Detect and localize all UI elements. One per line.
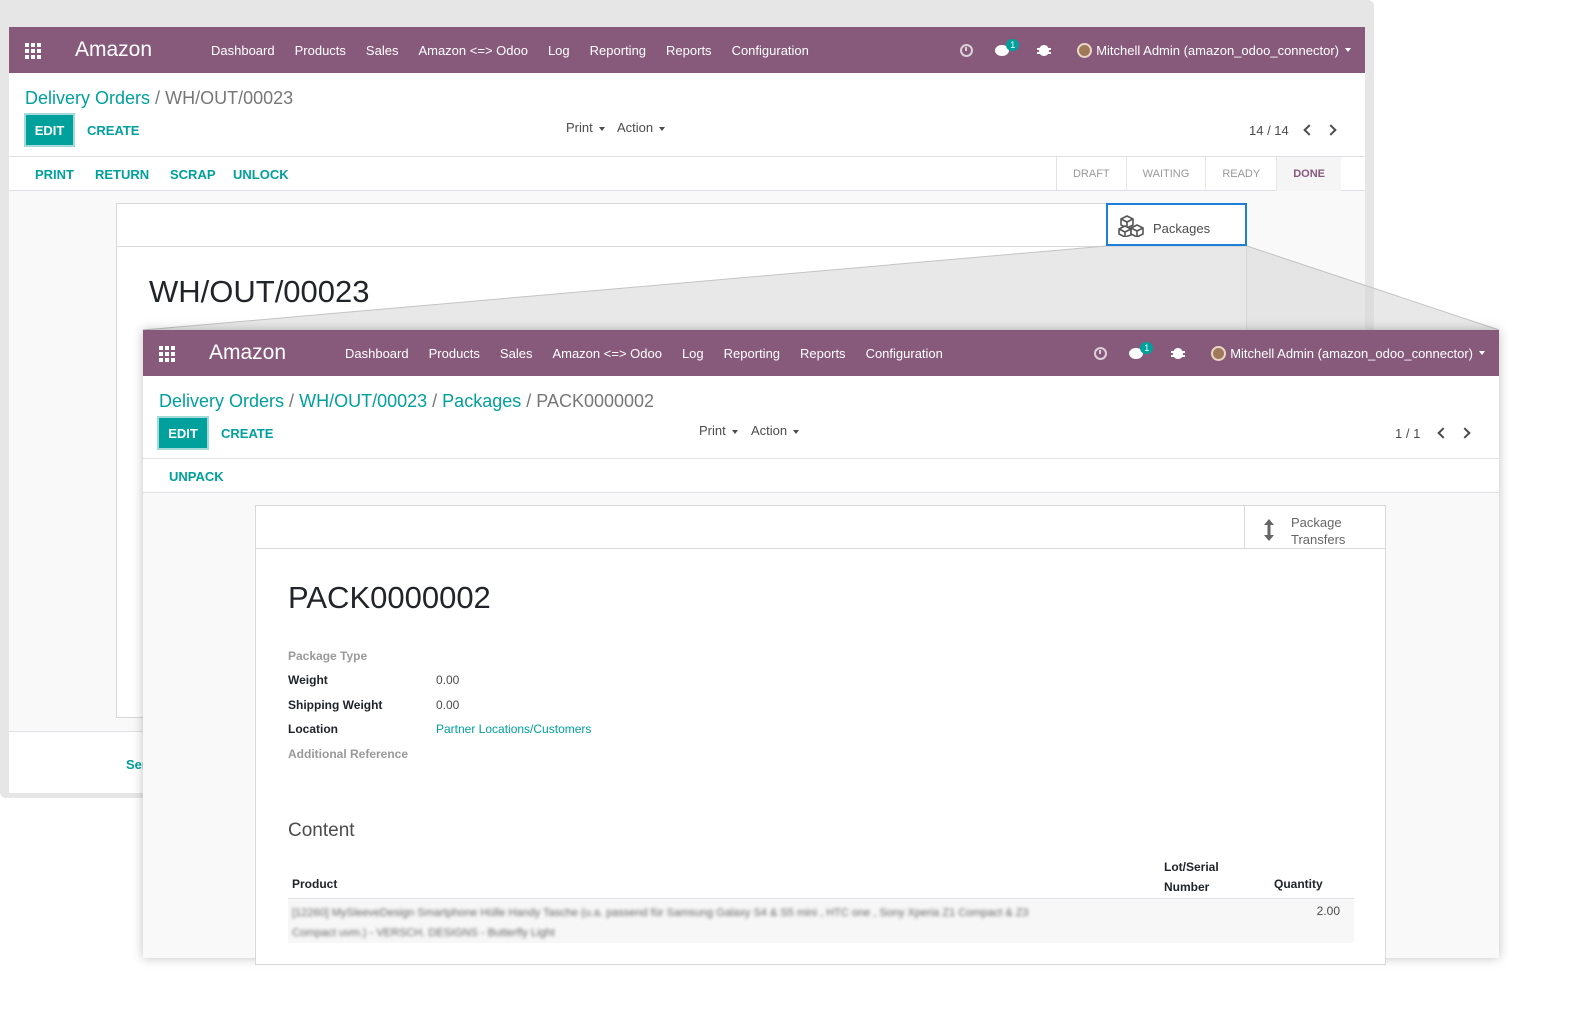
- menu-reports[interactable]: Reports: [800, 346, 846, 361]
- top-navbar: Amazon Dashboard Products Sales Amazon <…: [143, 330, 1499, 376]
- systray: 1 Mitchell Admin (amazon_odoo_connector): [1094, 330, 1485, 376]
- print-label: Print: [699, 423, 726, 438]
- menu-dashboard[interactable]: Dashboard: [345, 346, 409, 361]
- caret-down-icon: [793, 429, 800, 434]
- chat-count-badge: 1: [1140, 341, 1154, 354]
- breadcrumb-packages[interactable]: Packages: [442, 391, 521, 411]
- table-row[interactable]: [12260] MySleeveDesign Smartphone Hülle …: [288, 899, 1354, 943]
- package-type-label: Package Type: [288, 649, 368, 663]
- arrows-vertical-icon: [1264, 519, 1274, 541]
- menu-log[interactable]: Log: [682, 346, 704, 361]
- breadcrumb-current: PACK0000002: [536, 391, 655, 411]
- activity-clock-icon[interactable]: [1094, 346, 1108, 360]
- unpack-button[interactable]: UNPACK: [169, 469, 224, 484]
- breadcrumb-delivery-orders[interactable]: Delivery Orders: [159, 391, 284, 411]
- user-caret-icon: [1479, 351, 1485, 355]
- weight-value: 0.00: [436, 673, 460, 687]
- breadcrumb-delivery-order[interactable]: WH/OUT/00023: [299, 391, 427, 411]
- action-dropdown[interactable]: Action: [751, 423, 800, 438]
- pager-next-icon[interactable]: [1459, 427, 1471, 439]
- control-panel: Delivery Orders / WH/OUT/00023 / Package…: [143, 376, 1499, 459]
- menu-reporting[interactable]: Reporting: [724, 346, 780, 361]
- create-button[interactable]: CREATE: [221, 426, 273, 441]
- pager-value[interactable]: 1 / 1: [1395, 426, 1420, 441]
- product-line2: Compact uvm.) - VERSCH. DESIGNS - Butter…: [292, 927, 555, 939]
- quantity-value: 2.00: [1316, 904, 1340, 918]
- chat-icon[interactable]: 1: [1129, 341, 1154, 359]
- menu-configuration[interactable]: Configuration: [866, 346, 943, 361]
- column-lot-line1: Lot/Serial: [1164, 860, 1219, 874]
- package-transfers-line1: Package: [1291, 515, 1342, 530]
- apps-menu-icon[interactable]: [159, 346, 177, 362]
- shipping-weight-label: Shipping Weight: [288, 698, 383, 712]
- edit-button[interactable]: EDIT: [157, 416, 209, 450]
- menu-sales[interactable]: Sales: [500, 346, 533, 361]
- user-avatar[interactable]: [1211, 345, 1227, 361]
- front-window: Amazon Dashboard Products Sales Amazon <…: [143, 330, 1499, 965]
- main-menu: Dashboard Products Sales Amazon <=> Odoo…: [345, 346, 963, 361]
- package-transfers-label: Package Transfers: [1291, 514, 1345, 548]
- breadcrumb-separator: /: [432, 391, 438, 411]
- column-product[interactable]: Product: [292, 877, 337, 891]
- package-transfers-line2: Transfers: [1291, 532, 1346, 547]
- debug-bug-icon[interactable]: [1171, 347, 1186, 359]
- caret-down-icon: [731, 429, 738, 434]
- pager-previous-icon[interactable]: [1437, 427, 1449, 439]
- menu-amazon-odoo[interactable]: Amazon <=> Odoo: [552, 346, 662, 361]
- breadcrumb-separator: /: [289, 391, 295, 411]
- statusbar: UNPACK: [143, 459, 1499, 493]
- location-link[interactable]: Partner Locations/Customers: [436, 722, 591, 736]
- content-table-header: Product Lot/Serial Number Quantity: [288, 851, 1354, 899]
- form-sheet: Package Transfers PACK0000002 Package Ty…: [255, 505, 1386, 965]
- breadcrumb: Delivery Orders / WH/OUT/00023 / Package…: [159, 391, 654, 412]
- product-line1: [12260] MySleeveDesign Smartphone Hülle …: [292, 907, 1029, 919]
- column-lot-serial[interactable]: Lot/Serial Number: [1164, 857, 1219, 897]
- product-name[interactable]: [12260] MySleeveDesign Smartphone Hülle …: [292, 903, 1029, 943]
- package-transfers-smart-button[interactable]: Package Transfers: [1244, 506, 1385, 549]
- column-lot-line2: Number: [1164, 880, 1210, 894]
- record-title: PACK0000002: [288, 580, 491, 615]
- app-brand[interactable]: Amazon: [209, 341, 345, 365]
- user-menu[interactable]: Mitchell Admin (amazon_odoo_connector): [1230, 346, 1473, 361]
- action-label: Action: [751, 423, 788, 438]
- column-quantity[interactable]: Quantity: [1274, 877, 1323, 891]
- print-dropdown[interactable]: Print: [699, 423, 738, 438]
- breadcrumb-separator: /: [526, 391, 532, 411]
- content-title: Content: [288, 820, 355, 841]
- shipping-weight-value: 0.00: [436, 698, 460, 712]
- location-label: Location: [288, 722, 338, 736]
- button-box: Package Transfers: [256, 506, 1385, 549]
- additional-reference-label: Additional Reference: [288, 747, 409, 761]
- menu-products[interactable]: Products: [429, 346, 480, 361]
- weight-label: Weight: [288, 673, 328, 687]
